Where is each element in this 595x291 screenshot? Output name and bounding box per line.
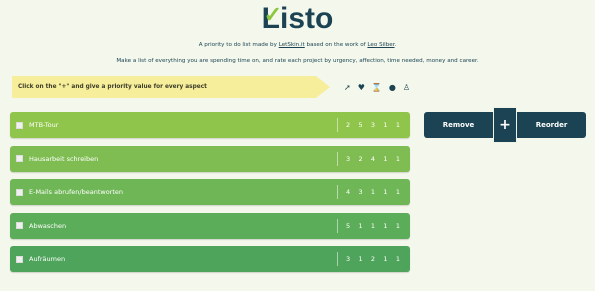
score-affection: 5 <box>358 121 363 129</box>
score-career: 1 <box>395 121 400 129</box>
task-name: E-Mails abrufen/beantworten <box>29 188 124 196</box>
hint-text: Click on the "+" and give a priority val… <box>18 84 207 90</box>
byline: A priority to do list made by LetSkin.it… <box>198 42 397 48</box>
task-scores: 3 2 4 1 1 <box>346 155 400 163</box>
divider <box>337 218 338 233</box>
money-bag-icon[interactable]: ● <box>389 83 396 92</box>
task-checkbox[interactable] <box>16 155 23 162</box>
score-urgency: 5 <box>346 221 351 230</box>
score-career: 1 <box>395 154 400 163</box>
task-scores: 5 1 1 1 1 <box>346 222 400 230</box>
task-row[interactable]: Abwaschen 5 1 1 1 1 <box>10 212 410 239</box>
task-checkbox[interactable] <box>16 121 23 129</box>
divider <box>337 151 338 166</box>
heart-icon[interactable]: ♥ <box>358 83 365 92</box>
score-affection: 3 <box>358 188 363 196</box>
task-scores: 4 3 1 1 1 <box>346 188 400 196</box>
divider <box>337 252 338 266</box>
score-affection: 1 <box>358 221 363 230</box>
score-career: 1 <box>395 255 400 263</box>
task-row[interactable]: Hausarbeit schreiben 3 2 4 1 1 <box>10 145 410 172</box>
score-affection: 1 <box>358 255 363 263</box>
aspect-icons: ➚ ♥ ⌛ ● ♙ <box>344 81 410 93</box>
task-row[interactable]: Aufräumen 3 1 2 1 1 <box>10 246 410 272</box>
score-money: 1 <box>383 255 388 263</box>
score-career: 1 <box>395 188 400 196</box>
divider <box>337 185 338 199</box>
task-row[interactable]: MTB-Tour 2 5 3 1 1 <box>10 112 410 138</box>
divider <box>337 118 338 132</box>
score-urgency: 2 <box>346 121 351 129</box>
score-time: 3 <box>370 121 376 129</box>
pin-icon[interactable]: ➚ <box>344 83 351 92</box>
score-affection: 2 <box>358 154 363 163</box>
task-list: MTB-Tour 2 5 3 1 1 Hausarbeit schreiben … <box>10 112 410 280</box>
hourglass-icon[interactable]: ⌛ <box>372 83 382 92</box>
action-bar: Remove + Reorder <box>424 107 586 143</box>
task-name: Abwaschen <box>29 221 67 230</box>
task-name: Aufräumen <box>29 255 66 263</box>
career-icon[interactable]: ♙ <box>403 83 410 92</box>
tagline: Make a list of everything you are spendi… <box>116 58 479 64</box>
score-money: 1 <box>383 154 388 163</box>
reorder-button[interactable]: Reorder <box>517 112 586 138</box>
task-name: Hausarbeit schreiben <box>29 154 99 163</box>
task-scores: 2 5 3 1 1 <box>346 121 400 129</box>
score-time: 4 <box>370 154 376 163</box>
score-urgency: 4 <box>346 188 351 196</box>
score-money: 1 <box>383 221 388 230</box>
task-checkbox[interactable] <box>16 188 23 196</box>
task-checkbox[interactable] <box>16 255 23 263</box>
score-urgency: 3 <box>346 154 351 163</box>
app-logo: Listo ✓ <box>0 2 595 36</box>
task-name: MTB-Tour <box>29 121 59 129</box>
add-button[interactable]: + <box>493 107 517 143</box>
score-urgency: 3 <box>346 255 351 263</box>
task-checkbox[interactable] <box>16 222 23 229</box>
score-time: 1 <box>370 221 376 230</box>
score-time: 1 <box>370 188 376 196</box>
checkmark-icon: ✓ <box>263 2 283 27</box>
task-scores: 3 1 2 1 1 <box>346 255 400 263</box>
score-money: 1 <box>383 188 388 196</box>
score-money: 1 <box>383 121 388 129</box>
task-row[interactable]: E-Mails abrufen/beantworten 4 3 1 1 1 <box>10 179 410 205</box>
source-link[interactable]: Leo Silber <box>367 42 394 48</box>
score-time: 2 <box>370 255 376 263</box>
hint-banner: Click on the "+" and give a priority val… <box>12 76 330 98</box>
score-career: 1 <box>395 221 400 230</box>
remove-button[interactable]: Remove <box>424 112 493 138</box>
author-link[interactable]: LetSkin.it <box>279 42 305 48</box>
